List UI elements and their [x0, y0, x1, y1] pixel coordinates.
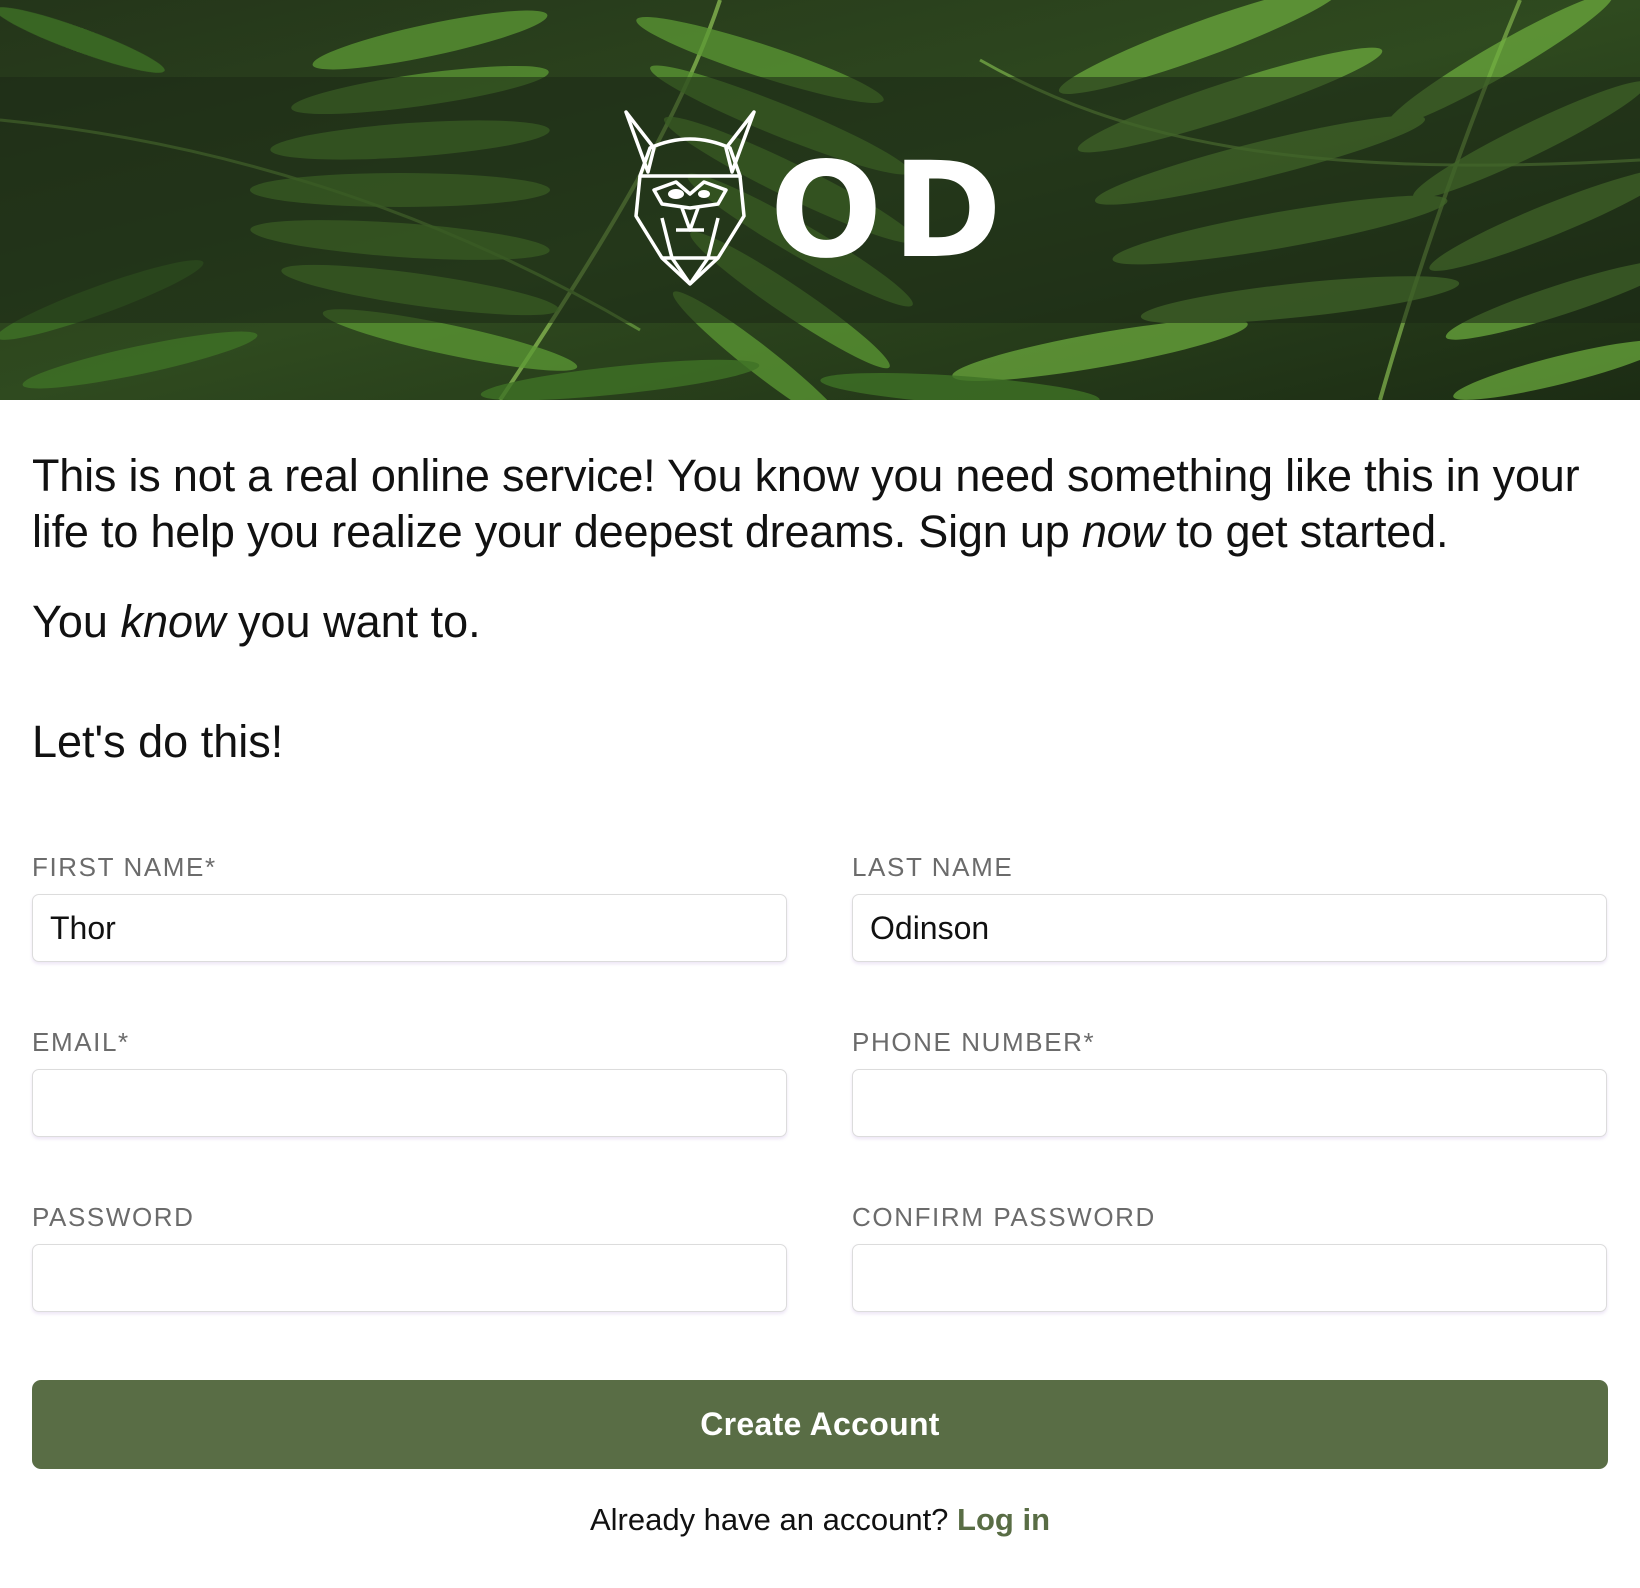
login-prompt-text: Already have an account? — [589, 1502, 949, 1537]
intro-text-2: to get started. — [1163, 506, 1449, 557]
login-prompt: Already have an account? Log in — [32, 1500, 1608, 1540]
email-input[interactable] — [32, 1069, 787, 1137]
phone-label: PHONE NUMBER* — [852, 1027, 1096, 1057]
form-title: Let's do this! — [32, 716, 284, 767]
phone-group: PHONE NUMBER* — [852, 1027, 1607, 1137]
email-label: EMAIL* — [32, 1027, 130, 1057]
last-name-label: LAST NAME — [852, 852, 1014, 882]
brand-logo: ODIN — [620, 108, 1181, 290]
phone-input[interactable] — [852, 1069, 1607, 1137]
login-link[interactable]: Log in — [957, 1502, 1050, 1537]
confirm-password-label: CONFIRM PASSWORD — [852, 1202, 1156, 1232]
first-name-group: FIRST NAME* — [32, 852, 787, 962]
brand-name: ODIN — [770, 134, 1020, 288]
email-group: EMAIL* — [32, 1027, 787, 1137]
create-account-button[interactable]: Create Account — [32, 1380, 1608, 1469]
password-label: PASSWORD — [32, 1202, 195, 1232]
password-input[interactable] — [32, 1244, 787, 1312]
intro-paragraph: This is not a real online service! You k… — [32, 448, 1592, 560]
intro2-text-1: You — [32, 596, 121, 647]
signup-content: This is not a real online service! You k… — [32, 400, 1608, 1537]
intro2-emphasis: know — [120, 596, 226, 647]
confirm-password-input[interactable] — [852, 1244, 1607, 1312]
viking-helmet-icon: ODIN — [624, 110, 1181, 288]
first-name-input[interactable] — [32, 894, 787, 962]
intro-paragraph-2: You know you want to. — [32, 594, 1608, 650]
hero-banner: ODIN — [0, 0, 1640, 400]
last-name-group: LAST NAME — [852, 852, 1607, 962]
last-name-input[interactable] — [852, 894, 1607, 962]
confirm-password-group: CONFIRM PASSWORD — [852, 1202, 1607, 1312]
first-name-label: FIRST NAME* — [32, 852, 217, 882]
password-group: PASSWORD — [32, 1202, 787, 1312]
intro2-text-2: you want to. — [225, 596, 481, 647]
intro-emphasis: now — [1081, 506, 1164, 557]
